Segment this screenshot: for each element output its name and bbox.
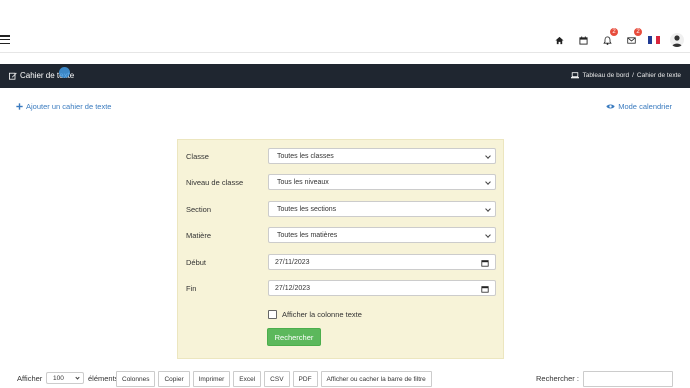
top-navbar: 2 2 (0, 0, 690, 53)
csv-button[interactable]: CSV (264, 371, 290, 387)
debut-label: Début (186, 258, 207, 267)
filter-row-matiere: Matière Toutes les matières (178, 227, 505, 245)
rechercher-button[interactable]: Rechercher (267, 328, 321, 346)
calendar-icon (481, 286, 489, 293)
cursor-highlight (59, 67, 70, 78)
notifications-bell-icon[interactable]: 2 (600, 28, 618, 47)
copier-button[interactable]: Copier (158, 371, 190, 387)
chevron-down-icon (485, 232, 491, 238)
matiere-label: Matière (186, 231, 212, 240)
french-flag-icon[interactable] (648, 36, 660, 44)
niveau-select[interactable]: Tous les niveaux (268, 174, 496, 190)
user-avatar[interactable] (670, 33, 684, 47)
breadcrumb: Tableau de bord / Cahier de texte (571, 72, 681, 79)
messages-envelope-icon[interactable]: 2 (624, 28, 642, 47)
page-header-bar: Cahier de texte Tableau de bord / Cahier… (0, 64, 690, 88)
filter-row-section: Section Toutes les sections (178, 201, 505, 219)
chevron-down-icon (75, 375, 80, 380)
eye-icon (606, 104, 615, 109)
notifications-badge: 2 (610, 28, 618, 36)
chevron-down-icon (485, 179, 491, 185)
calendar-icon[interactable] (576, 33, 590, 47)
filter-row-debut: Début 27/11/2023 (178, 254, 505, 272)
excel-button[interactable]: Excel (233, 371, 262, 387)
table-search-input[interactable] (583, 371, 673, 387)
export-button-group: Colonnes Copier Imprimer Excel CSV PDF A… (116, 371, 432, 387)
show-text-column-row: Afficher la colonne texte (268, 310, 362, 319)
filter-row-fin: Fin 27/12/2023 (178, 280, 505, 298)
filter-panel: Classe Toutes les classes Niveau de clas… (177, 139, 504, 359)
calendar-mode-link[interactable]: Mode calendrier (606, 102, 672, 111)
plus-icon (16, 103, 23, 110)
fin-label: Fin (186, 284, 197, 293)
pdf-button[interactable]: PDF (292, 371, 318, 387)
show-label: Afficher (17, 374, 43, 383)
breadcrumb-home-link[interactable]: Tableau de bord (582, 72, 629, 79)
filter-row-classe: Classe Toutes les classes (178, 148, 505, 166)
niveau-label: Niveau de classe (186, 178, 244, 187)
laptop-icon (571, 72, 580, 79)
debut-date-input[interactable]: 27/11/2023 (268, 254, 496, 270)
elements-label: éléments (88, 374, 119, 383)
imprimer-button[interactable]: Imprimer (192, 371, 231, 387)
calendar-mode-label: Mode calendrier (618, 102, 672, 111)
menu-toggle-icon[interactable] (0, 35, 10, 44)
home-icon[interactable] (552, 33, 566, 47)
section-select[interactable]: Toutes les sections (268, 201, 496, 217)
calendar-icon (481, 260, 489, 267)
chevron-down-icon (485, 153, 491, 159)
top-icon-group: 2 2 (552, 28, 684, 50)
section-label: Section (186, 205, 212, 214)
toggle-filter-bar-button[interactable]: Afficher ou cacher la barre de filtre (320, 371, 432, 387)
add-cahier-link[interactable]: Ajouter un cahier de texte (16, 102, 111, 111)
classe-select[interactable]: Toutes les classes (268, 148, 496, 164)
colonnes-button[interactable]: Colonnes (116, 371, 156, 387)
fin-date-input[interactable]: 27/12/2023 (268, 280, 496, 296)
breadcrumb-separator: / (632, 72, 634, 79)
table-search-label: Rechercher : (536, 374, 579, 383)
add-cahier-label: Ajouter un cahier de texte (26, 102, 112, 111)
filter-row-niveau: Niveau de classe Tous les niveaux (178, 174, 505, 192)
show-text-column-label: Afficher la colonne texte (282, 310, 362, 319)
chevron-down-icon (485, 206, 491, 212)
edit-icon (9, 72, 17, 80)
classe-label: Classe (186, 152, 209, 161)
page-title: Cahier de texte (9, 67, 74, 80)
breadcrumb-current: Cahier de texte (636, 72, 681, 79)
show-text-column-checkbox[interactable] (268, 310, 277, 319)
page-size-select[interactable]: 100 (46, 372, 84, 384)
messages-badge: 2 (634, 28, 642, 36)
table-toolbar: Afficher 100 éléments Colonnes Copier Im… (0, 370, 690, 388)
matiere-select[interactable]: Toutes les matières (268, 227, 496, 243)
